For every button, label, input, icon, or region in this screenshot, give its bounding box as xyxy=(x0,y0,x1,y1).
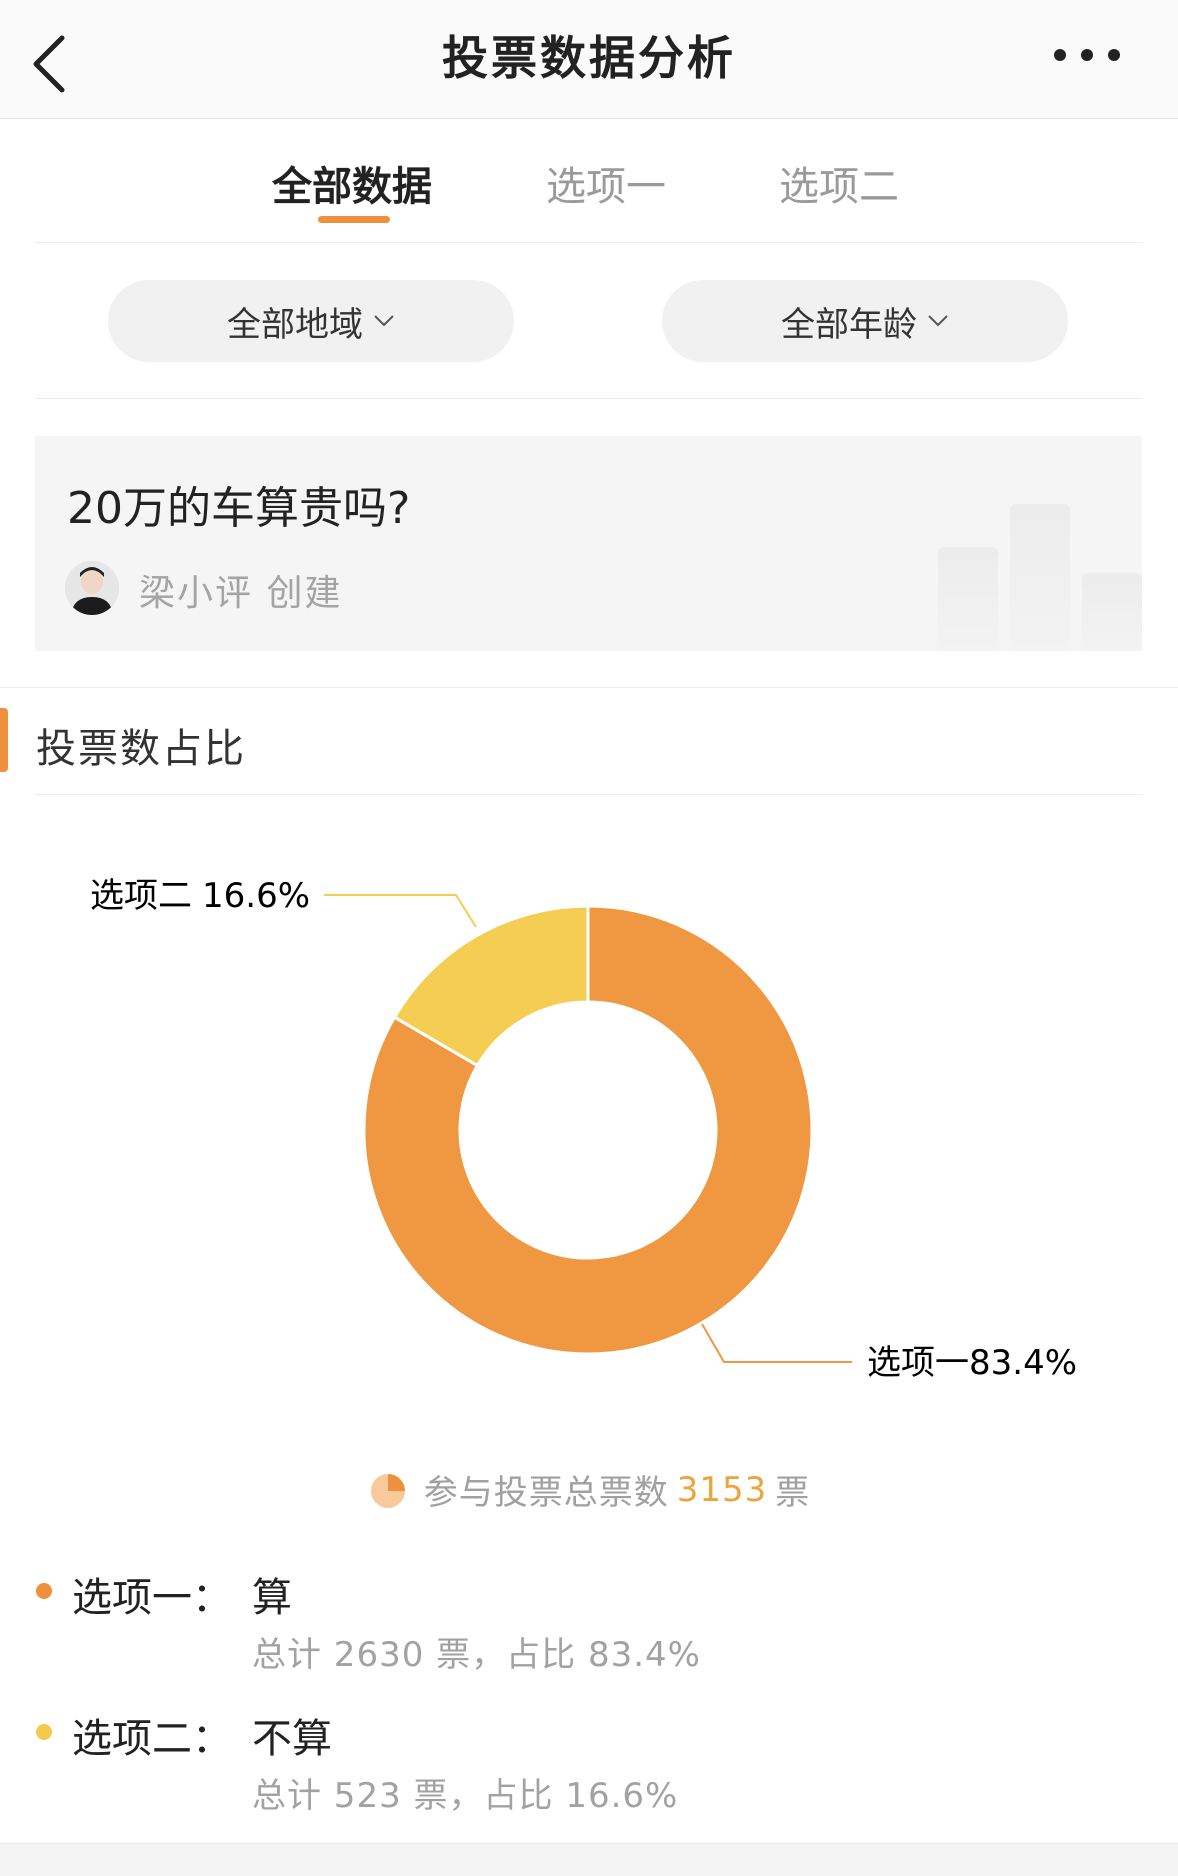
pie-chart-icon xyxy=(370,1473,405,1508)
tab-all-data[interactable]: 全部数据 xyxy=(272,154,432,212)
decorative-bar xyxy=(1082,573,1142,651)
section-title: 投票数占比 xyxy=(36,726,246,772)
decorative-bar xyxy=(938,547,998,651)
chevron-down-icon xyxy=(928,315,948,327)
option-two-name: 选项二： xyxy=(72,1716,232,1762)
option-two-dot xyxy=(36,1724,52,1740)
option-one-text: 算 xyxy=(252,1575,292,1621)
slice-label-option-two: 选项二 16.6% xyxy=(90,876,310,916)
option-one-detail: 总计 2630 票，占比 83.4% xyxy=(252,1635,701,1675)
age-filter-label: 全部年龄 xyxy=(781,304,917,345)
poll-creator: 梁小评 创建 xyxy=(139,573,343,614)
total-votes-prefix: 参与投票总票数 xyxy=(423,1473,669,1513)
decorative-bar xyxy=(1010,504,1070,651)
vote-share-donut-chart: 选项二 16.6% 选项一83.4% xyxy=(90,876,1077,1383)
poll-question: 20万的车算贵吗? xyxy=(67,483,411,534)
region-filter-label: 全部地域 xyxy=(227,304,363,345)
page-title: 投票数据分析 xyxy=(442,31,736,85)
divider xyxy=(0,687,1178,688)
leader-line-option-one xyxy=(701,1323,852,1363)
chevron-down-icon xyxy=(374,315,394,327)
poll-card[interactable]: 20万的车算贵吗? 梁小评 创建 xyxy=(35,436,1142,651)
option-one-name: 选项一： xyxy=(72,1575,232,1621)
total-votes-suffix: 票 xyxy=(775,1473,811,1513)
option-one-dot xyxy=(36,1583,52,1599)
active-tab-indicator xyxy=(318,216,390,223)
total-votes-count: 3153 xyxy=(676,1469,768,1510)
avatar xyxy=(65,561,119,615)
age-filter-dropdown[interactable]: 全部年龄 xyxy=(662,280,1068,362)
divider xyxy=(35,794,1142,795)
section-accent-bar xyxy=(0,708,8,772)
tab-option-two[interactable]: 选项二 xyxy=(779,154,899,212)
region-filter-dropdown[interactable]: 全部地域 xyxy=(108,280,514,362)
slice-label-option-one: 选项一83.4% xyxy=(867,1343,1077,1383)
option-two-detail: 总计 523 票，占比 16.6% xyxy=(252,1776,679,1816)
more-dots-icon xyxy=(1054,49,1120,61)
total-votes: 参与投票总票数 3153 票 xyxy=(0,1465,1178,1514)
bottom-divider xyxy=(0,1843,1178,1876)
divider xyxy=(35,398,1142,399)
more-button[interactable] xyxy=(1050,40,1130,70)
tab-option-one[interactable]: 选项一 xyxy=(546,154,666,212)
divider xyxy=(35,242,1142,243)
tab-bar: 全部数据 选项一 选项二 xyxy=(0,118,1178,242)
leader-line-option-two xyxy=(324,894,477,928)
option-two-text: 不算 xyxy=(252,1716,332,1762)
